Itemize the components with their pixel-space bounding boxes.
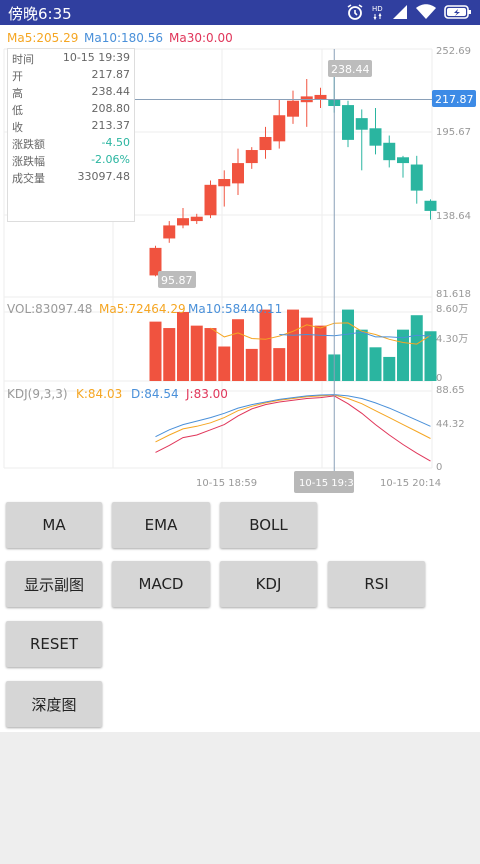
- candle-body: [424, 200, 437, 211]
- volume-bar: [204, 328, 217, 381]
- candle-info-panel: 时间 10-15 19:39 开 217.87 高 238.44 低 208.80 收2…: [7, 48, 135, 222]
- price-axis-label: 138.64: [436, 211, 471, 222]
- candle-body: [218, 179, 231, 187]
- info-row-change-pct: 涨跌幅 -2.06%: [12, 153, 130, 168]
- kdj-k-legend: K:84.03: [76, 387, 122, 401]
- battery-icon: [444, 4, 472, 20]
- kline-chart[interactable]: Ma5:205.29 Ma10:180.56 Ma30:0.00 252.69 …: [0, 25, 480, 495]
- candle-body: [287, 100, 299, 117]
- volume-bar: [410, 315, 423, 381]
- candle-body: [232, 163, 244, 184]
- alarm-icon: [346, 3, 364, 21]
- price-axis-label: 81.618: [436, 289, 471, 300]
- kdj-button[interactable]: KDJ: [220, 561, 317, 607]
- volume-bar: [383, 356, 396, 381]
- price-axis-label: 195.67: [436, 127, 471, 138]
- vol-ma10-legend: Ma10:58440.11: [188, 302, 282, 316]
- rsi-button[interactable]: RSI: [328, 561, 425, 607]
- info-row-time: 时间 10-15 19:39: [12, 51, 130, 66]
- svg-text:HD: HD: [372, 5, 383, 13]
- volume-bar: [273, 348, 286, 381]
- vol-legend: VOL:83097.48: [7, 302, 92, 316]
- ema-button[interactable]: EMA: [112, 502, 210, 548]
- vol-axis-label: 8.60万: [436, 304, 468, 315]
- wifi-icon: [416, 4, 436, 20]
- volume-bar: [245, 348, 258, 381]
- time-axis-label: 10-15 18:59: [196, 478, 257, 489]
- kdj-j-line: [155, 395, 431, 462]
- boll-button[interactable]: BOLL: [220, 502, 317, 548]
- volume-bar: [149, 321, 162, 381]
- candle-body: [245, 150, 258, 164]
- crosshair-time-label: 10-15 19:39: [299, 478, 360, 489]
- volume-bar: [314, 325, 327, 381]
- status-bar: 傍晚6:35 HD: [0, 0, 480, 25]
- volume-bar: [177, 312, 189, 381]
- info-row-close: 收 213.37: [12, 119, 130, 134]
- reset-button[interactable]: RESET: [6, 621, 102, 667]
- ma10-legend: Ma10:180.56: [84, 31, 163, 45]
- vol-axis-label: 4.30万: [436, 334, 468, 345]
- vol-axis-label: 0: [436, 373, 442, 384]
- ma-button[interactable]: MA: [6, 502, 102, 548]
- kdj-j-legend: J:83.00: [185, 387, 228, 401]
- volume-bar: [163, 328, 176, 381]
- candle-body: [397, 157, 409, 164]
- vol-ma5-legend: Ma5:72464.29: [99, 302, 186, 316]
- kdj-d-legend: D:84.54: [131, 387, 179, 401]
- high-price-label: 238.44: [331, 63, 370, 76]
- volume-bar: [232, 319, 244, 381]
- kdj-axis-label: 88.65: [436, 385, 465, 396]
- kdj-legend: KDJ(9,3,3): [7, 387, 68, 401]
- kdj-axis-label: 44.32: [436, 419, 465, 430]
- show-sub-chart-button[interactable]: 显示副图: [6, 561, 102, 607]
- candle-body: [163, 225, 176, 239]
- volume-bar: [424, 331, 437, 381]
- candle-body: [342, 105, 354, 140]
- macd-button[interactable]: MACD: [112, 561, 210, 607]
- info-row-high: 高 238.44: [12, 85, 130, 100]
- candle-body: [259, 136, 272, 151]
- ma5-legend: Ma5:205.29: [7, 31, 78, 45]
- volume-bar: [342, 309, 354, 381]
- time-axis-label: 10-15 20:14: [380, 478, 441, 489]
- volume-bar: [218, 346, 231, 381]
- crosshair-price-label: 217.87: [435, 93, 474, 106]
- depth-chart-button[interactable]: 深度图: [6, 681, 102, 727]
- info-row-volume: 成交量 33097.48: [12, 170, 130, 185]
- volume-bar: [190, 325, 203, 381]
- low-price-label: 95.87: [161, 274, 193, 287]
- candle-body: [273, 115, 286, 142]
- candle-body: [383, 142, 396, 161]
- volume-bar: [287, 309, 299, 381]
- candle-body: [190, 216, 203, 222]
- candle-body: [369, 128, 382, 146]
- candle-body: [204, 184, 217, 216]
- status-time: 傍晚6:35: [8, 5, 72, 23]
- info-row-low: 低 208.80: [12, 102, 130, 117]
- info-row-change: 涨跌额 -4.50: [12, 136, 130, 151]
- volume-bar: [355, 329, 368, 381]
- hd-icon: HD: [372, 3, 384, 21]
- volume-bar: [369, 347, 382, 381]
- status-icons: HD: [346, 3, 472, 21]
- candle-body: [314, 94, 327, 100]
- control-panel: MA EMA BOLL 显示副图 MACD KDJ RSI RESET 深度图: [0, 495, 480, 732]
- info-row-open: 开 217.87: [12, 68, 130, 83]
- price-axis-label: 252.69: [436, 46, 471, 57]
- candle-body: [177, 218, 189, 226]
- kdj-axis-label: 0: [436, 462, 442, 473]
- signal-icon: [392, 4, 408, 20]
- volume-bar: [259, 309, 272, 381]
- candle-body: [355, 118, 368, 130]
- ma30-legend: Ma30:0.00: [169, 31, 233, 45]
- candle-body: [410, 164, 423, 191]
